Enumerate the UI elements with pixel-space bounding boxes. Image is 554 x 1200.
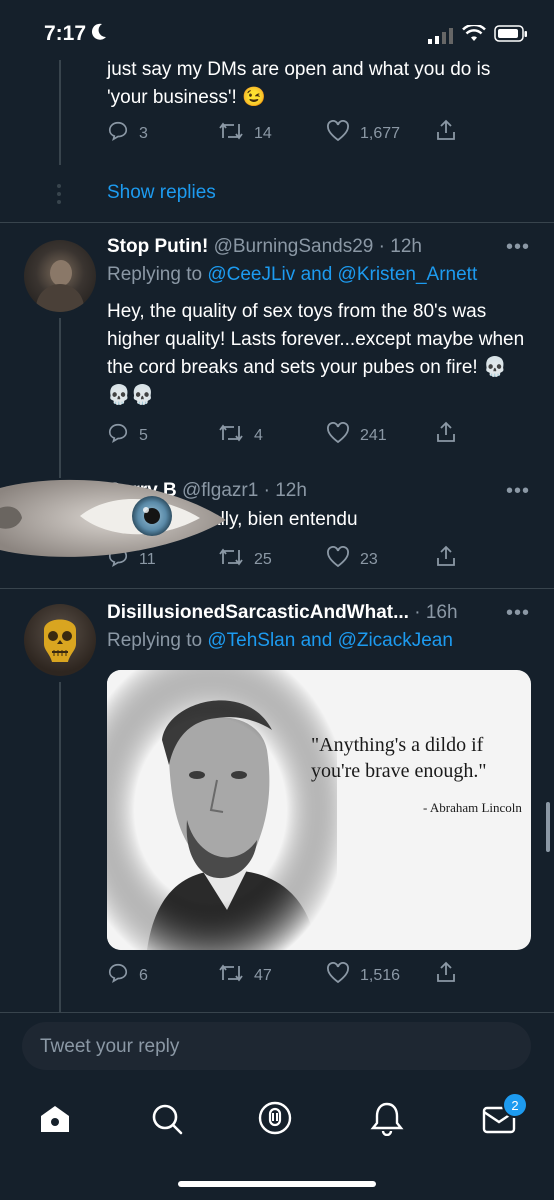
mention-and: and — [300, 264, 333, 285]
quote-attribution: - Abraham Lincoln — [423, 800, 522, 815]
tweet-text: ally, bien entendu — [210, 509, 358, 530]
retweet-action[interactable]: 47 — [218, 962, 272, 989]
moon-icon — [90, 22, 108, 47]
display-name[interactable]: DisillusionedSarcasticAndWhat... — [107, 602, 409, 623]
retweet-action[interactable]: 14 — [218, 120, 272, 147]
tweet-image[interactable]: "Anything's a dildo if you're brave enou… — [107, 670, 531, 950]
tweet-text: Hey, the quality of sex toys from the 80… — [107, 301, 525, 406]
replying-to: Replying to @CeeJLiv and @Kristen_Arnett — [107, 264, 477, 286]
wifi-icon — [462, 23, 486, 48]
tweet-text: just say my DMs are open and what you do… — [107, 59, 491, 108]
bottom-nav: 2 — [0, 1070, 554, 1200]
share-icon — [434, 960, 458, 989]
cellular-signal-icon — [428, 28, 454, 49]
tweet-header: Stop Putin! @BurningSands29 · 12h — [107, 236, 422, 258]
reply-icon — [107, 422, 129, 449]
share-action[interactable] — [434, 544, 458, 573]
retweet-icon — [218, 120, 244, 147]
like-count: 1,516 — [360, 966, 401, 984]
share-icon — [434, 544, 458, 573]
home-icon[interactable] — [38, 1102, 72, 1136]
reply-placeholder: Tweet your reply — [40, 1036, 180, 1057]
like-action[interactable]: 241 — [326, 422, 387, 449]
retweet-action[interactable]: 25 — [218, 546, 272, 573]
avatar[interactable] — [24, 604, 96, 676]
status-bar: 7:17 — [0, 0, 554, 64]
mention-link[interactable]: @ZicackJean — [338, 630, 453, 651]
reply-icon — [107, 962, 129, 989]
retweet-count: 4 — [254, 426, 263, 444]
mention-and: and — [300, 630, 333, 651]
reply-action[interactable]: 6 — [107, 962, 148, 989]
replying-to-label: Replying to — [107, 630, 203, 651]
handle[interactable]: @BurningSands29 — [214, 236, 374, 257]
like-action[interactable]: 1,677 — [326, 120, 400, 147]
share-action[interactable] — [434, 118, 458, 147]
share-icon — [434, 118, 458, 147]
status-time: 7:17 — [44, 22, 87, 45]
heart-icon — [326, 546, 350, 573]
thread-line — [59, 682, 61, 1012]
reply-count: 5 — [139, 426, 148, 444]
heart-icon — [326, 962, 350, 989]
show-replies-link[interactable]: Show replies — [107, 182, 216, 204]
reply-action[interactable]: 3 — [107, 120, 148, 147]
display-name[interactable]: Stop Putin! — [107, 236, 208, 257]
share-icon — [434, 420, 458, 449]
share-action[interactable] — [434, 420, 458, 449]
like-action[interactable]: 23 — [326, 546, 378, 573]
timestamp: · 12h — [263, 480, 307, 501]
retweet-count: 25 — [254, 550, 272, 568]
reply-action[interactable]: 5 — [107, 422, 148, 449]
mention-link[interactable]: @CeeJLiv — [207, 264, 295, 285]
mention-link[interactable]: @TehSlan — [207, 630, 295, 651]
heart-icon — [326, 422, 350, 449]
like-count: 241 — [360, 426, 387, 444]
more-options-icon[interactable]: ••• — [506, 480, 530, 503]
retweet-icon — [218, 422, 244, 449]
thread-dots — [57, 184, 63, 204]
search-icon[interactable] — [150, 1102, 184, 1136]
notifications-icon[interactable] — [370, 1100, 404, 1136]
mention-link[interactable]: @Kristen_Arnett — [338, 264, 478, 285]
reply-icon — [107, 120, 129, 147]
retweet-icon — [218, 962, 244, 989]
home-indicator — [178, 1181, 376, 1187]
scrollbar[interactable] — [546, 802, 550, 852]
reply-count: 3 — [139, 124, 148, 142]
like-action[interactable]: 1,516 — [326, 962, 400, 989]
like-count: 1,677 — [360, 124, 401, 142]
replying-to-label: Replying to — [107, 264, 203, 285]
thread-line — [59, 318, 61, 478]
share-action[interactable] — [434, 960, 458, 989]
retweet-count: 14 — [254, 124, 272, 142]
lincoln-portrait — [107, 670, 337, 950]
tweet-header: DisillusionedSarcasticAndWhat... · 16h — [107, 602, 458, 624]
more-options-icon[interactable]: ••• — [506, 236, 530, 259]
spaces-icon[interactable] — [257, 1100, 293, 1138]
replying-to: Replying to @TehSlan and @ZicackJean — [107, 630, 453, 652]
timestamp: · 12h — [378, 236, 422, 257]
reply-count: 6 — [139, 966, 148, 984]
quote-text: "Anything's a dildo if you're brave enou… — [311, 734, 487, 782]
timestamp: · 16h — [414, 602, 458, 623]
retweet-action[interactable]: 4 — [218, 422, 263, 449]
more-options-icon[interactable]: ••• — [506, 602, 530, 625]
eye-sticker-overlay — [0, 478, 226, 558]
heart-icon — [326, 120, 350, 147]
messages-badge: 2 — [502, 1092, 528, 1118]
retweet-count: 47 — [254, 966, 272, 984]
divider — [0, 588, 554, 589]
like-count: 23 — [360, 550, 378, 568]
divider — [0, 222, 554, 223]
avatar[interactable] — [24, 240, 96, 312]
thread-line — [59, 60, 61, 165]
reply-input[interactable]: Tweet your reply — [22, 1022, 531, 1070]
battery-icon — [494, 25, 528, 48]
divider — [0, 1012, 554, 1013]
